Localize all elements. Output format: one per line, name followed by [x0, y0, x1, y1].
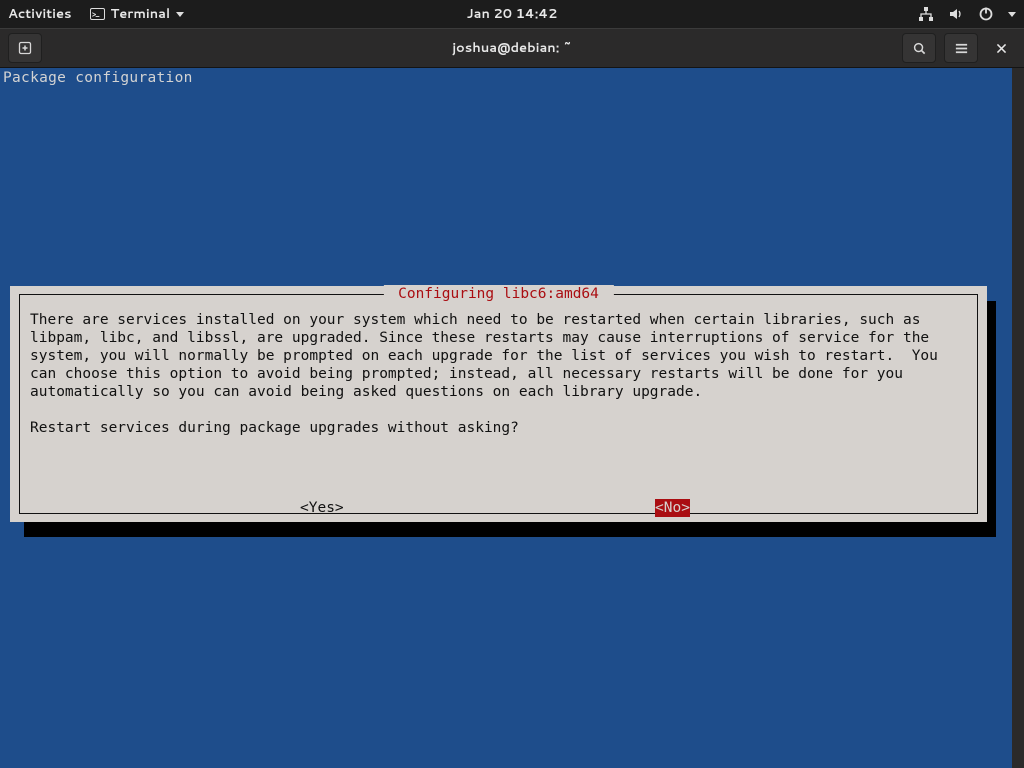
terminal-viewport[interactable]: Package configuration Configuring libc6:…: [0, 68, 1024, 768]
hamburger-menu-button[interactable]: [944, 33, 978, 63]
power-icon[interactable]: [978, 6, 994, 22]
volume-icon[interactable]: [948, 6, 964, 22]
window-header-bar: joshua@debian: ~: [0, 28, 1024, 68]
clock[interactable]: Jan 20 14:42: [467, 5, 558, 23]
close-button[interactable]: [984, 33, 1018, 63]
system-menu-chevron-icon[interactable]: [1008, 12, 1016, 17]
close-icon: [995, 42, 1008, 55]
gnome-top-bar: Activities Terminal Jan 20 14:42: [0, 0, 1024, 28]
search-icon: [912, 41, 927, 56]
hamburger-icon: [954, 41, 969, 56]
chevron-down-icon: [176, 12, 184, 17]
package-config-header: Package configuration: [0, 68, 1024, 87]
app-menu-label: Terminal: [111, 5, 171, 23]
dialog-body-text: There are services installed on your sys…: [30, 311, 967, 437]
debconf-dialog: Configuring libc6:amd64 There are servic…: [10, 286, 987, 522]
no-button[interactable]: <No>: [655, 499, 690, 517]
search-button[interactable]: [902, 33, 936, 63]
new-tab-button[interactable]: [8, 33, 42, 63]
network-icon[interactable]: [918, 6, 934, 22]
new-tab-icon: [17, 40, 33, 56]
yes-button[interactable]: <Yes>: [300, 499, 344, 517]
window-title: joshua@debian: ~: [452, 39, 572, 57]
terminal-app-icon: [90, 8, 105, 20]
app-menu[interactable]: Terminal: [90, 5, 185, 23]
activities-button[interactable]: Activities: [8, 5, 72, 23]
dialog-frame: Configuring libc6:amd64 There are servic…: [19, 294, 978, 514]
dialog-title: Configuring libc6:amd64: [383, 285, 613, 303]
terminal-scrollbar[interactable]: [1012, 68, 1024, 768]
